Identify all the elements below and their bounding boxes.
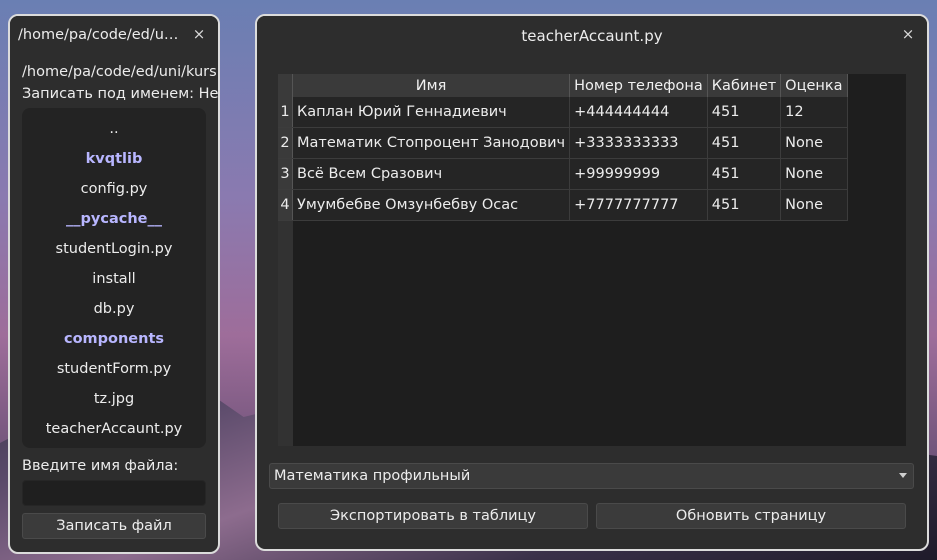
students-table-area: Имя Номер телефона Кабинет Оценка 1 Капла… (278, 74, 906, 446)
table-corner (278, 74, 293, 97)
column-header[interactable]: Оценка (780, 74, 848, 97)
table-row[interactable]: 1 Каплан Юрий Геннадиевич +444444444 451 12 (278, 97, 848, 128)
save-as-row: Записать под именем: Нет (10, 80, 218, 102)
table-cell[interactable]: +7777777777 (569, 189, 708, 221)
folder-item[interactable]: kvqtlib (22, 144, 206, 174)
save-as-label: Записать под именем: (22, 86, 195, 102)
file-item[interactable]: teacherAccaunt.py (22, 414, 206, 444)
table-cell[interactable]: Умумбебве Омзунбебву Осас (292, 189, 571, 221)
table-header-row: Имя Номер телефона Кабинет Оценка (278, 74, 848, 97)
table-cell[interactable]: 451 (707, 189, 782, 221)
table-row[interactable]: 4 Умумбебве Омзунбебву Осас +7777777777 451… (278, 189, 848, 221)
file-item[interactable]: studentLogin.py (22, 234, 206, 264)
file-dialog-titlebar: /home/pa/code/ed/un... × (10, 16, 218, 54)
table-cell[interactable]: +99999999 (569, 158, 708, 190)
chevron-down-icon (899, 473, 907, 478)
table-cell[interactable]: Каплан Юрий Геннадиевич (292, 97, 571, 128)
file-item[interactable]: install (22, 264, 206, 294)
subject-select-value: Математика профильный (274, 468, 471, 484)
table-cell[interactable]: 12 (780, 97, 848, 128)
current-path: /home/pa/code/ed/uni/kurs (22, 64, 217, 80)
table-cell[interactable]: +444444444 (569, 97, 708, 128)
column-header[interactable]: Номер телефона (569, 74, 708, 97)
row-number[interactable]: 1 (278, 97, 293, 128)
row-number[interactable]: 4 (278, 189, 293, 221)
table-row[interactable]: 2 Математик Стопроцент Занодович +33333333… (278, 127, 848, 159)
write-file-button[interactable]: Записать файл (22, 513, 206, 539)
file-item[interactable]: config.py (22, 174, 206, 204)
file-item[interactable]: .. (22, 114, 206, 144)
table-cell[interactable]: Всё Всем Сразович (292, 158, 571, 190)
filename-label: Введите имя файла: (22, 458, 179, 474)
teacher-window-titlebar: teacherAccaunt.py × (257, 16, 927, 56)
file-dialog-title: /home/pa/code/ed/un... (18, 27, 183, 43)
column-header[interactable]: Кабинет (707, 74, 782, 97)
table-cell[interactable]: Математик Стопроцент Занодович (292, 127, 571, 159)
subject-select[interactable]: Математика профильный (269, 463, 914, 489)
table-cell[interactable]: None (780, 189, 848, 221)
teacher-account-window: teacherAccaunt.py × Имя Номер телефона К… (255, 14, 929, 551)
table-cell[interactable]: +3333333333 (569, 127, 708, 159)
column-header[interactable]: Имя (292, 74, 571, 97)
file-list: .. kvqtlib config.py __pycache__ studentLogi… (22, 108, 206, 448)
close-icon[interactable]: × (190, 25, 208, 43)
file-item[interactable]: tz.jpg (22, 384, 206, 414)
table-cell[interactable]: None (780, 127, 848, 159)
table-cell[interactable]: 451 (707, 97, 782, 128)
close-icon[interactable]: × (899, 25, 917, 43)
table-cell[interactable]: 451 (707, 127, 782, 159)
filename-input[interactable] (22, 480, 206, 506)
file-item[interactable]: db.py (22, 294, 206, 324)
row-number[interactable]: 2 (278, 127, 293, 159)
folder-item[interactable]: __pycache__ (22, 204, 206, 234)
teacher-window-title: teacherAccaunt.py (521, 27, 663, 45)
export-to-table-button[interactable]: Экспортировать в таблицу (278, 503, 588, 529)
refresh-page-button[interactable]: Обновить страницу (596, 503, 906, 529)
save-as-value: Нет (198, 86, 219, 102)
file-dialog-window: /home/pa/code/ed/un... × /home/pa/code/e… (8, 14, 220, 554)
table-cell[interactable]: None (780, 158, 848, 190)
table-row[interactable]: 3 Всё Всем Сразович +99999999 451 None (278, 158, 848, 190)
students-table: Имя Номер телефона Кабинет Оценка 1 Капла… (278, 74, 848, 221)
folder-item[interactable]: components (22, 324, 206, 354)
file-item[interactable]: studentForm.py (22, 354, 206, 384)
row-number[interactable]: 3 (278, 158, 293, 190)
table-cell[interactable]: 451 (707, 158, 782, 190)
